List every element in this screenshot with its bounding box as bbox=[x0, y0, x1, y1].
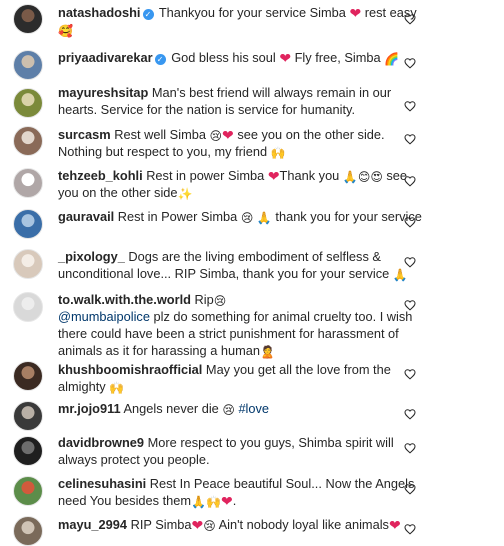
emoji: 🌈 bbox=[384, 52, 400, 66]
comment-text: Rest well Simba bbox=[114, 127, 210, 142]
like-heart-icon[interactable] bbox=[404, 442, 416, 454]
like-heart-icon[interactable] bbox=[404, 523, 416, 535]
emoji: 🙌 bbox=[206, 495, 221, 509]
like-heart-icon[interactable] bbox=[404, 133, 416, 145]
red-heart-emoji: ❤ bbox=[388, 517, 401, 533]
comment-body: natashadoshi ✓ Thankyou for your service … bbox=[58, 4, 428, 38]
emoji: 😢 bbox=[209, 129, 223, 143]
emoji: 🙏 bbox=[191, 495, 207, 509]
avatar[interactable] bbox=[13, 88, 43, 118]
comment-username[interactable]: surcasm bbox=[58, 127, 111, 142]
like-heart-icon[interactable] bbox=[404, 13, 416, 25]
emoji: 🙌 bbox=[270, 146, 286, 160]
like-heart-icon[interactable] bbox=[404, 483, 416, 495]
avatar[interactable] bbox=[13, 168, 43, 198]
emoji: ✨ bbox=[177, 187, 193, 201]
like-heart-icon[interactable] bbox=[404, 175, 416, 187]
comment-body: mr.jojo911 Angels never die 😢 #love bbox=[58, 400, 428, 417]
comment-username[interactable]: khushboomishraofficial bbox=[58, 362, 202, 377]
comment-body: to.walk.with.the.world Rip😢 @mumbaipolice… bbox=[58, 291, 428, 359]
comment-text: Rip bbox=[194, 292, 214, 307]
comment-body: priyaadivarekar ✓ God bless his soul ❤ Fl… bbox=[58, 49, 428, 66]
comment-text: Rest in Power Simba bbox=[117, 209, 241, 224]
like-heart-icon[interactable] bbox=[404, 57, 416, 69]
avatar[interactable] bbox=[13, 476, 43, 506]
avatar[interactable] bbox=[13, 126, 43, 156]
comment-body: _pixology_ Dogs are the living embodimen… bbox=[58, 248, 428, 282]
like-heart-icon[interactable] bbox=[404, 216, 416, 228]
like-heart-icon[interactable] bbox=[404, 299, 416, 311]
emoji: 🙎 bbox=[260, 345, 275, 359]
like-heart-icon[interactable] bbox=[404, 408, 416, 420]
emoji: 🙌 bbox=[109, 381, 125, 395]
hashtag-link[interactable]: #love bbox=[238, 401, 269, 416]
comment-text: thank you for your service bbox=[271, 209, 422, 224]
comment-text: Rest in power Simba bbox=[146, 168, 268, 183]
comment-text: Fly free, Simba bbox=[291, 50, 385, 65]
red-heart-emoji: ❤ bbox=[191, 517, 204, 533]
avatar[interactable] bbox=[13, 292, 43, 322]
like-heart-icon[interactable] bbox=[404, 368, 416, 380]
emoji: 😊 bbox=[357, 170, 371, 184]
comment-username[interactable]: priyaadivarekar bbox=[58, 50, 153, 65]
red-heart-emoji: ❤ bbox=[279, 50, 292, 66]
comment-username[interactable]: _pixology_ bbox=[58, 249, 125, 264]
emoji: 🥰 bbox=[58, 24, 73, 38]
comment-body: davidbrowne9 More respect to you guys, S… bbox=[58, 434, 428, 468]
red-heart-emoji: ❤ bbox=[220, 493, 233, 509]
comment-username[interactable]: mayureshsitap bbox=[58, 85, 148, 100]
emoji: 😢 bbox=[213, 294, 227, 308]
comment-text: Thankyou for your service Simba bbox=[158, 5, 350, 20]
verified-badge-icon: ✓ bbox=[154, 54, 166, 65]
verified-badge-icon: ✓ bbox=[142, 9, 154, 20]
comment-text: Thank you bbox=[279, 168, 343, 183]
comment-username[interactable]: celinesuhasini bbox=[58, 476, 146, 491]
comment-text: Ain't nobody loyal like animals bbox=[215, 517, 389, 532]
avatar[interactable] bbox=[13, 50, 43, 80]
emoji: 🙏 bbox=[342, 170, 358, 184]
comment-text: . bbox=[232, 493, 237, 508]
emoji: 😍 bbox=[370, 170, 383, 184]
red-heart-emoji: ❤ bbox=[222, 127, 234, 143]
emoji: 😢 bbox=[222, 403, 235, 417]
emoji: 🙏 bbox=[256, 211, 272, 225]
avatar[interactable] bbox=[13, 249, 43, 279]
red-heart-emoji: ❤ bbox=[349, 5, 362, 21]
red-heart-emoji: ❤ bbox=[267, 168, 280, 184]
mention-link[interactable]: @mumbaipolice bbox=[58, 309, 150, 324]
like-heart-icon[interactable] bbox=[404, 256, 416, 268]
comment-body: celinesuhasini Rest In Peace beautiful S… bbox=[58, 475, 428, 509]
comment-body: khushboomishraofficial May you get all t… bbox=[58, 361, 428, 395]
comment-body: gauravail Rest in Power Simba 😢 🙏 thank … bbox=[58, 208, 428, 225]
emoji: 🙏 bbox=[392, 268, 408, 282]
like-heart-icon[interactable] bbox=[404, 100, 416, 112]
comment-username[interactable]: mr.jojo911 bbox=[58, 401, 121, 416]
comment-text: Angels never die bbox=[123, 401, 223, 416]
avatar[interactable] bbox=[13, 361, 43, 391]
avatar[interactable] bbox=[13, 4, 43, 34]
comment-text: RIP Simba bbox=[130, 517, 192, 532]
comment-username[interactable]: gauravail bbox=[58, 209, 114, 224]
comment-username[interactable]: tehzeeb_kohli bbox=[58, 168, 143, 183]
comment-body: mayureshsitap Man's best friend will alw… bbox=[58, 84, 428, 118]
comment-body: surcasm Rest well Simba 😢❤ see you on th… bbox=[58, 126, 428, 160]
comment-username[interactable]: mayu_2994 bbox=[58, 517, 127, 532]
avatar[interactable] bbox=[13, 209, 43, 239]
avatar[interactable] bbox=[13, 516, 43, 546]
avatar[interactable] bbox=[13, 401, 43, 431]
emoji: 😢 bbox=[203, 519, 216, 533]
comment-body: mayu_2994 RIP Simba❤😢 Ain't nobody loyal… bbox=[58, 516, 428, 533]
comment-text: God bless his soul bbox=[171, 50, 280, 65]
avatar[interactable] bbox=[13, 436, 43, 466]
comment-username[interactable]: davidbrowne9 bbox=[58, 435, 144, 450]
comment-body: tehzeeb_kohli Rest in power Simba ❤Thank… bbox=[58, 167, 428, 201]
emoji: 😢 bbox=[240, 211, 254, 225]
comment-list: natashadoshi ✓ Thankyou for your service … bbox=[0, 0, 504, 546]
comment-username[interactable]: natashadoshi bbox=[58, 5, 141, 20]
comment-username[interactable]: to.walk.with.the.world bbox=[58, 292, 191, 307]
